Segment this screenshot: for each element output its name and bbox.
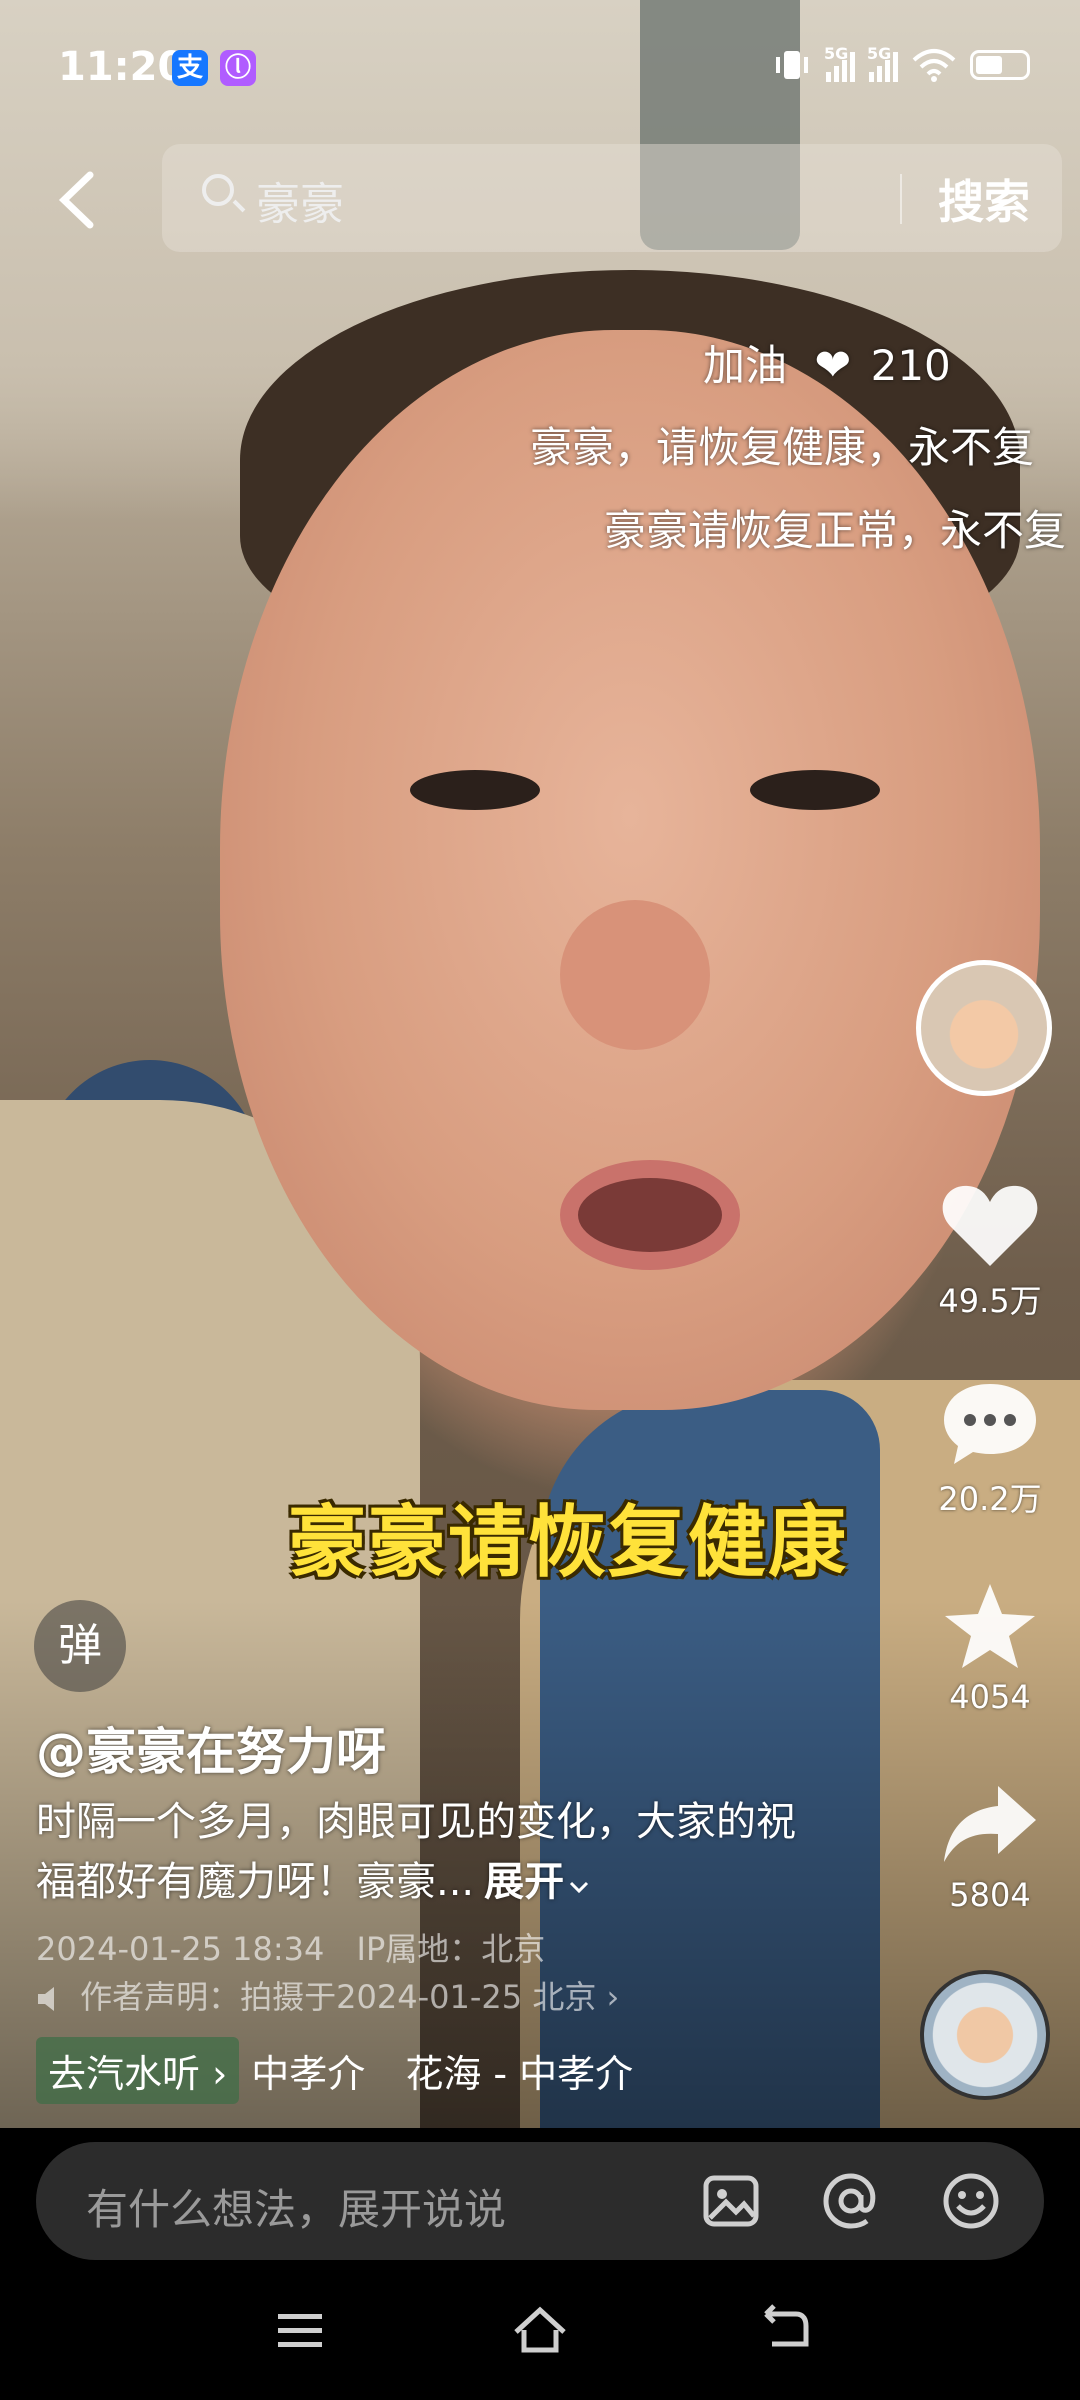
music-tag-label: 去汽水听 (48, 2051, 201, 2096)
back-nav-icon[interactable] (752, 2300, 812, 2360)
app-notification-icon: ⓛ (220, 50, 256, 86)
music-artist: 中孝介 (251, 2051, 366, 2096)
heart-icon (942, 1185, 1038, 1266)
comment-input-placeholder[interactable]: 有什么想法，展开说说 (86, 2176, 506, 2237)
danmaku-item[interactable]: 豪豪，请恢复健康，永不复 (530, 414, 1034, 475)
network-type-1: 5G (824, 44, 849, 63)
speaker-icon (38, 1987, 54, 2011)
chevron-left-icon (58, 171, 94, 229)
video-eye-left (410, 770, 540, 810)
alipay-icon: 支 (172, 50, 208, 86)
search-button[interactable]: 搜索 (938, 166, 1030, 232)
danmaku-item[interactable]: 加油 ❤ 210 (703, 332, 951, 393)
signal-icon-2: 5G (867, 44, 898, 82)
favorite-count: 4054 (949, 1678, 1031, 1716)
like-count: 49.5万 (938, 1282, 1042, 1320)
author-statement[interactable]: 作者声明：拍摄于2024-01-25 北京 › (36, 1972, 619, 2018)
video-eye-right (750, 770, 880, 810)
wifi-icon (912, 49, 956, 82)
search-icon (202, 174, 234, 206)
author-name[interactable]: @豪豪在努力呀 (36, 1712, 386, 1784)
status-icons: 5G 5G (772, 44, 1030, 82)
emoji-icon[interactable] (940, 2170, 1002, 2232)
home-icon[interactable] (510, 2300, 570, 2360)
video-mouth (560, 1160, 740, 1270)
menu-icon[interactable] (270, 2300, 330, 2360)
author-avatar[interactable] (916, 960, 1052, 1096)
search-divider (900, 174, 902, 224)
danmaku-toggle-button[interactable]: 弹 (34, 1600, 126, 1692)
danmaku-like-count: 210 (870, 341, 951, 390)
heart-icon: ❤ (814, 340, 852, 391)
comment-icon (944, 1384, 1036, 1464)
search-input[interactable]: 豪豪 (256, 168, 344, 232)
image-icon[interactable] (700, 2170, 762, 2232)
chevron-right-icon: › (606, 1978, 620, 2016)
favorite-button[interactable]: 4054 (920, 1582, 1060, 1716)
music-bar[interactable]: 去汽水听 › 中孝介 花海 - 中孝介 (36, 2036, 634, 2104)
post-ip-location: IP属地：北京 (356, 1930, 546, 1968)
network-type-2: 5G (867, 44, 892, 63)
vibrate-icon (776, 51, 808, 79)
post-description[interactable]: 时隔一个多月，肉眼可见的变化，大家的祝福都好有魔力呀！豪豪... 展开 (36, 1792, 816, 1912)
signal-icon-1: 5G (824, 44, 855, 82)
open-in-music-app-button[interactable]: 去汽水听 › (36, 2036, 240, 2104)
comment-input-bar[interactable]: 有什么想法，展开说说 (36, 2142, 1044, 2260)
description-text: 时隔一个多月，肉眼可见的变化，大家的祝福都好有魔力呀！豪豪... (36, 1799, 796, 1905)
video-caption: 豪豪请恢复健康 (288, 1498, 849, 1588)
danmaku-item[interactable]: 豪豪请恢复正常，永不复 (604, 497, 1066, 558)
search-bar[interactable]: 豪豪 搜索 (162, 144, 1062, 252)
star-icon (945, 1584, 1035, 1668)
back-button[interactable] (50, 165, 110, 235)
expand-link[interactable]: 展开 (484, 1859, 590, 1905)
danmaku-text: 加油 (703, 341, 788, 390)
comment-button[interactable]: 20.2万 (920, 1378, 1060, 1520)
post-meta: 2024-01-25 18:34 IP属地：北京 (36, 1924, 545, 1970)
expand-label: 展开 (484, 1859, 565, 1905)
post-date: 2024-01-25 18:34 (36, 1930, 325, 1968)
music-disc[interactable] (920, 1970, 1050, 2100)
status-time: 11:20 (58, 44, 186, 90)
chevron-down-icon (570, 1881, 589, 1894)
music-title: 花海 - 中孝介 (405, 2051, 634, 2096)
like-button[interactable]: 49.5万 (920, 1180, 1060, 1322)
video-nose (560, 900, 710, 1050)
statement-text: 作者声明：拍摄于2024-01-25 北京 (80, 1978, 597, 2016)
status-bar: 11:20 支 ⓛ 5G 5G (0, 0, 1080, 140)
share-button[interactable]: 5804 (920, 1780, 1060, 1914)
comment-count: 20.2万 (938, 1480, 1042, 1518)
share-count: 5804 (949, 1876, 1031, 1914)
share-arrow-icon (944, 1786, 1036, 1862)
battery-icon (970, 50, 1030, 80)
mention-icon[interactable] (820, 2170, 882, 2232)
